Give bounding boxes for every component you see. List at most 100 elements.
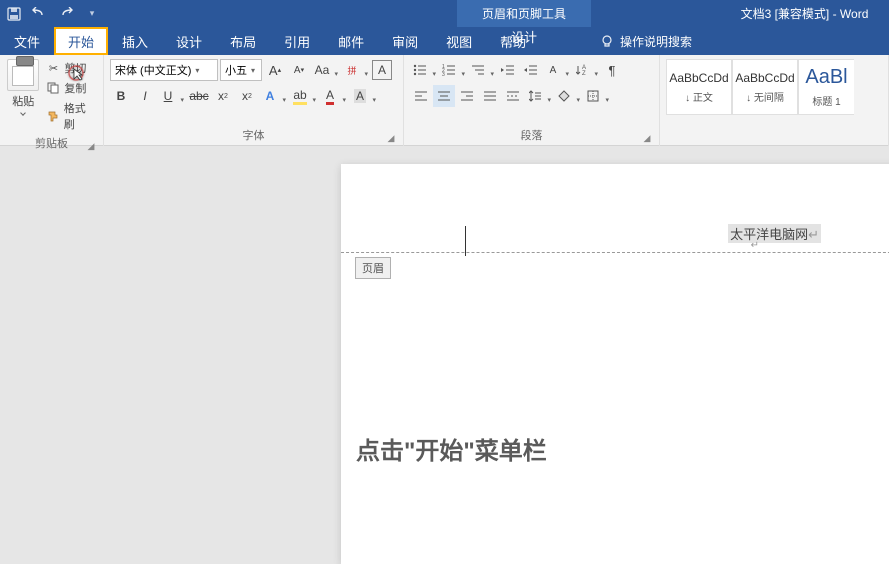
group-clipboard: 粘贴 ✂ 剪切 复制 格式刷 — [0, 55, 104, 146]
group-styles: AaBbCcDd ↓ 正文 AaBbCcDd ↓ 无间隔 AaBl 标题 1 — [660, 55, 889, 146]
svg-text:3: 3 — [442, 72, 445, 76]
borders-button[interactable]: ▾ — [583, 85, 611, 107]
paragraph-launcher-icon[interactable]: ◢ — [641, 132, 653, 144]
indent-left-icon — [501, 64, 515, 76]
style-preview: AaBbCcDd — [735, 71, 794, 85]
svg-text:Z: Z — [582, 71, 586, 76]
bullets-button[interactable]: ▾ — [410, 59, 438, 81]
tutorial-cursor-icon — [68, 65, 88, 85]
scissors-icon: ✂ — [46, 61, 60, 75]
italic-button[interactable]: I — [134, 85, 156, 107]
clipboard-launcher-icon[interactable]: ◢ — [85, 140, 97, 152]
tell-me-search[interactable]: 操作说明搜索 — [600, 27, 692, 55]
tab-design[interactable]: 设计 — [162, 27, 216, 55]
strikethrough-button[interactable]: abc — [188, 85, 210, 107]
numbering-button[interactable]: 123 ▾ — [439, 59, 467, 81]
character-shading-button[interactable]: A▾ — [350, 85, 378, 107]
tab-review[interactable]: 审阅 — [378, 27, 432, 55]
increase-font-button[interactable]: A▴ — [264, 59, 286, 81]
style-normal[interactable]: AaBbCcDd ↓ 正文 — [666, 59, 732, 115]
redo-icon[interactable] — [58, 6, 74, 22]
font-launcher-icon[interactable]: ◢ — [385, 132, 397, 144]
tell-me-label: 操作说明搜索 — [620, 33, 692, 50]
group-font: 宋体 (中文正文) ▾ 小五 ▾ A▴ A▾ Aa▾ 拼▾ A B I U▾ a… — [104, 55, 404, 146]
quick-access-toolbar: ▾ — [0, 6, 106, 22]
header-footer-divider — [341, 252, 889, 253]
tutorial-overlay-text: 点击"开始"菜单栏 — [356, 431, 547, 466]
ribbon-tabs: 文件 开始 插入 设计 布局 引用 邮件 审阅 视图 帮助 设计 操作说明搜索 — [0, 27, 889, 55]
align-center-button[interactable] — [433, 85, 455, 107]
header-para-mark: ↵ — [751, 240, 759, 251]
lightbulb-icon — [600, 34, 614, 48]
align-distributed-button[interactable] — [502, 85, 524, 107]
font-name-dropdown[interactable]: 宋体 (中文正文) ▾ — [110, 59, 218, 81]
tab-insert[interactable]: 插入 — [108, 27, 162, 55]
group-paragraph-title: 段落 ◢ — [410, 125, 653, 146]
change-case-button[interactable]: Aa▾ — [312, 59, 340, 81]
decrease-font-button[interactable]: A▾ — [288, 59, 310, 81]
align-justify-button[interactable] — [479, 85, 501, 107]
style-preview: AaBl — [805, 66, 847, 89]
asian-layout-button[interactable]: A▾ — [543, 59, 571, 81]
text-effects-button[interactable]: A▾ — [260, 85, 288, 107]
group-paragraph: ▾ 123 ▾ ▾ A▾ AZ ▾ — [404, 55, 660, 146]
phonetic-guide-button[interactable]: 拼▾ — [342, 59, 370, 81]
tab-home[interactable]: 开始 — [54, 27, 108, 55]
group-clipboard-title: 剪贴板 ◢ — [6, 133, 97, 154]
undo-icon[interactable] — [32, 6, 48, 22]
style-heading-1[interactable]: AaBl 标题 1 — [798, 59, 854, 115]
style-preview: AaBbCcDd — [669, 71, 728, 85]
chevron-down-icon: ▾ — [195, 66, 199, 75]
chevron-down-icon — [20, 110, 26, 116]
paste-button[interactable]: 粘贴 — [6, 59, 40, 133]
copy-icon — [46, 81, 60, 95]
group-font-title: 字体 ◢ — [110, 125, 397, 146]
sort-icon: AZ — [576, 64, 588, 76]
tab-header-footer-design[interactable]: 设计 — [457, 27, 591, 46]
indent-right-icon — [524, 64, 538, 76]
style-no-spacing[interactable]: AaBbCcDd ↓ 无间隔 — [732, 59, 798, 115]
tab-layout[interactable]: 布局 — [216, 27, 270, 55]
sort-button[interactable]: AZ ▾ — [572, 59, 600, 81]
format-painter-label: 格式刷 — [64, 100, 95, 132]
title-bar: ▾ 页眉和页脚工具 文档3 [兼容模式] - Word — [0, 0, 889, 27]
character-border-button[interactable]: A — [372, 60, 392, 80]
style-name: ↓ 无间隔 — [746, 89, 784, 104]
brush-icon — [46, 109, 59, 123]
font-color-button[interactable]: A▾ — [320, 85, 348, 107]
align-left-button[interactable] — [410, 85, 432, 107]
shading-button[interactable]: ▾ — [554, 85, 582, 107]
font-name-value: 宋体 (中文正文) — [115, 62, 191, 78]
qat-customize-icon[interactable]: ▾ — [84, 6, 100, 22]
format-painter-button[interactable]: 格式刷 — [44, 99, 97, 133]
font-size-dropdown[interactable]: 小五 ▾ — [220, 59, 262, 81]
tab-file[interactable]: 文件 — [0, 27, 54, 55]
align-right-button[interactable] — [456, 85, 478, 107]
superscript-button[interactable]: x2 — [236, 85, 258, 107]
tab-mailings[interactable]: 邮件 — [324, 27, 378, 55]
highlight-button[interactable]: ab▾ — [290, 85, 318, 107]
line-spacing-button[interactable]: ▾ — [525, 85, 553, 107]
document-title: 文档3 [兼容模式] - Word — [720, 5, 889, 22]
contextual-tab-title: 页眉和页脚工具 — [457, 5, 591, 22]
subscript-button[interactable]: x2 — [212, 85, 234, 107]
header-text[interactable]: 太平洋电脑网↵ — [728, 224, 821, 243]
paste-label: 粘贴 — [12, 93, 34, 109]
font-size-value: 小五 — [225, 62, 247, 78]
style-name: ↓ 正文 — [685, 89, 713, 104]
bold-button[interactable]: B — [110, 85, 132, 107]
paste-icon — [7, 59, 39, 91]
tab-references[interactable]: 引用 — [270, 27, 324, 55]
bullets-icon — [413, 64, 427, 76]
style-name: 标题 1 — [812, 93, 840, 108]
show-marks-button[interactable]: ¶ — [601, 59, 623, 81]
save-icon[interactable] — [6, 6, 22, 22]
page: 太平洋电脑网↵ ↵ 页眉 — [341, 164, 889, 564]
multilevel-icon — [471, 64, 485, 76]
chevron-down-icon: ▾ — [251, 66, 255, 75]
underline-button[interactable]: U▾ — [158, 85, 186, 107]
header-tag-label: 页眉 — [355, 257, 391, 279]
decrease-indent-button[interactable] — [497, 59, 519, 81]
multilevel-list-button[interactable]: ▾ — [468, 59, 496, 81]
increase-indent-button[interactable] — [520, 59, 542, 81]
